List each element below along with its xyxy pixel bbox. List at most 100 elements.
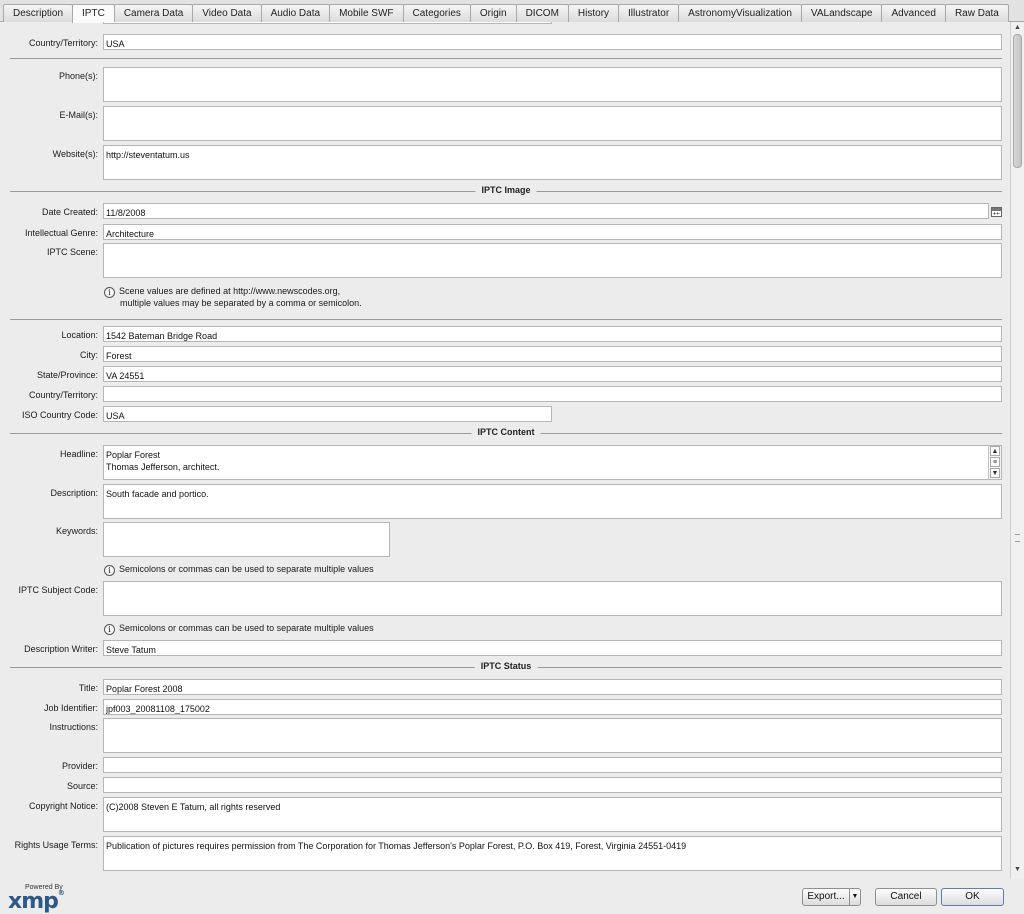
website-label: Website(s): — [52, 149, 98, 159]
scroll-up-icon[interactable]: ▲ — [1013, 23, 1022, 33]
phone-input[interactable] — [103, 67, 1002, 102]
headline-label: Headline: — [59, 449, 98, 459]
divider — [10, 319, 1002, 320]
export-button-label: Export... — [807, 891, 845, 902]
state-label: State/Province: — [36, 370, 98, 380]
calendar-icon[interactable] — [991, 207, 1002, 217]
description-input[interactable]: South facade and portico. — [103, 484, 1002, 519]
tab-illustrator[interactable]: Illustrator — [618, 4, 680, 22]
city-input[interactable]: Forest — [103, 346, 1002, 362]
export-button[interactable]: Export... ▼ — [802, 888, 861, 906]
email-label: E-Mail(s): — [59, 110, 99, 120]
tab-raw-data[interactable]: Raw Data — [944, 4, 1009, 22]
scroll-grip-icon — [1015, 534, 1020, 542]
rights-usage-terms-input[interactable]: Publication of pictures requires permiss… — [103, 836, 1002, 871]
keywords-hint-text: Semicolons or commas can be used to sepa… — [119, 564, 374, 574]
tab-video-data[interactable]: Video Data — [192, 4, 262, 22]
info-icon: i — [104, 624, 115, 635]
section-iptc-content: IPTC Content — [10, 427, 1002, 439]
scroll-down-icon[interactable]: ▼ — [990, 468, 1000, 478]
subject-hint-text: Semicolons or commas can be used to sepa… — [119, 623, 374, 633]
main-scrollbar[interactable]: ▲ ▼ — [1010, 22, 1024, 878]
genre-label: Intellectual Genre: — [24, 228, 98, 238]
tab-audio-data[interactable]: Audio Data — [260, 4, 331, 22]
section-title: IPTC Content — [471, 427, 541, 437]
section-iptc-status: IPTC Status — [10, 661, 1002, 673]
source-input[interactable] — [103, 777, 1002, 793]
tab-description[interactable]: Description — [3, 4, 74, 22]
location-country-input[interactable] — [103, 386, 1002, 402]
location-input[interactable]: 1542 Bateman Bridge Road — [103, 326, 1002, 342]
info-icon: i — [104, 287, 115, 298]
instructions-label: Instructions: — [49, 722, 98, 732]
ok-button[interactable]: OK — [941, 888, 1004, 906]
email-input[interactable] — [103, 106, 1002, 141]
title-label: Title: — [78, 683, 98, 693]
provider-input[interactable] — [103, 757, 1002, 773]
chevron-down-icon[interactable]: ▼ — [849, 889, 860, 905]
contact-country-label: Country/Territory: — [28, 38, 98, 48]
keywords-input[interactable] — [103, 522, 390, 557]
keywords-hint: i Semicolons or commas can be used to sep… — [104, 563, 374, 576]
divider — [10, 58, 1002, 59]
dialog-footer: Powered By xmp® Export... ▼ Cancel OK — [0, 878, 1024, 914]
description-writer-label: Description Writer: — [24, 644, 98, 654]
title-input[interactable]: Poplar Forest 2008 — [103, 679, 1002, 695]
date-created-input[interactable]: 11/8/2008 — [103, 203, 989, 219]
section-iptc-image: IPTC Image — [10, 185, 1002, 197]
iptc-panel: Country/Territory: USA Phone(s): E-Mail(… — [0, 22, 1010, 878]
provider-label: Provider: — [61, 761, 98, 771]
copyright-notice-input[interactable]: (C)2008 Steven E Tatum, all rights reser… — [103, 797, 1002, 832]
location-country-label: Country/Territory: — [28, 390, 98, 400]
location-label: Location: — [61, 330, 98, 340]
subject-hint: i Semicolons or commas can be used to sep… — [104, 622, 374, 635]
genre-input[interactable]: Architecture — [103, 224, 1002, 240]
tab-mobile-swf[interactable]: Mobile SWF — [329, 4, 404, 22]
instructions-input[interactable] — [103, 718, 1002, 753]
xmp-logo-text: xmp — [8, 889, 59, 914]
tab-origin[interactable]: Origin — [469, 4, 517, 22]
scene-hint-line-2: multiple values may be separated by a co… — [120, 298, 362, 308]
cancel-button[interactable]: Cancel — [875, 888, 937, 906]
iso-country-code-input[interactable]: USA — [103, 406, 552, 422]
headline-input[interactable]: Poplar Forest Thomas Jefferson, architec… — [103, 445, 1002, 480]
job-identifier-label: Job Identifier: — [43, 703, 98, 713]
clipped-field[interactable] — [103, 22, 552, 24]
info-icon: i — [104, 565, 115, 576]
tab-astronomy-visualization[interactable]: AstronomyVisualization — [678, 4, 802, 22]
subject-code-label: IPTC Subject Code: — [18, 585, 98, 595]
rights-usage-terms-label: Rights Usage Terms: — [14, 840, 98, 850]
tab-history[interactable]: History — [567, 4, 620, 22]
scroll-down-icon[interactable]: ▼ — [1013, 865, 1022, 875]
scroll-thumb[interactable] — [1013, 34, 1022, 168]
scroll-thumb[interactable]: ≡ — [990, 457, 1000, 467]
scene-label: IPTC Scene: — [46, 247, 98, 257]
website-input[interactable]: http://steventatum.us — [103, 145, 1002, 180]
scene-input[interactable] — [103, 243, 1002, 278]
iso-country-code-label: ISO Country Code: — [21, 410, 98, 420]
section-title: IPTC Status — [474, 661, 538, 671]
keywords-label: Keywords: — [55, 526, 98, 536]
city-label: City: — [80, 350, 98, 360]
state-input[interactable]: VA 24551 — [103, 366, 1002, 382]
tab-camera-data[interactable]: Camera Data — [113, 4, 194, 22]
phone-label: Phone(s): — [58, 71, 98, 81]
headline-scrollbar[interactable]: ▲ ≡ ▼ — [988, 446, 1001, 479]
tab-dicom[interactable]: DICOM — [515, 4, 569, 22]
tab-categories[interactable]: Categories — [402, 4, 471, 22]
section-title: IPTC Image — [475, 185, 537, 195]
scene-hint-line-1: Scene values are defined at http://www.n… — [119, 286, 341, 296]
scroll-up-icon[interactable]: ▲ — [990, 446, 1000, 456]
tab-valandscape[interactable]: VALandscape — [800, 4, 883, 22]
tab-bar: Description IPTC Camera Data Video Data Audi… — [0, 0, 1024, 23]
source-label: Source: — [66, 781, 98, 791]
description-writer-input[interactable]: Steve Tatum — [103, 640, 1002, 656]
subject-code-input[interactable] — [103, 581, 1002, 616]
tab-advanced[interactable]: Advanced — [881, 4, 946, 22]
xmp-logo: xmp® — [8, 889, 65, 914]
description-label: Description: — [50, 488, 98, 498]
contact-country-input[interactable]: USA — [103, 34, 1002, 50]
date-created-label: Date Created: — [41, 207, 98, 217]
job-identifier-input[interactable]: jpf003_20081108_175002 — [103, 699, 1002, 715]
tab-iptc[interactable]: IPTC — [72, 4, 115, 23]
